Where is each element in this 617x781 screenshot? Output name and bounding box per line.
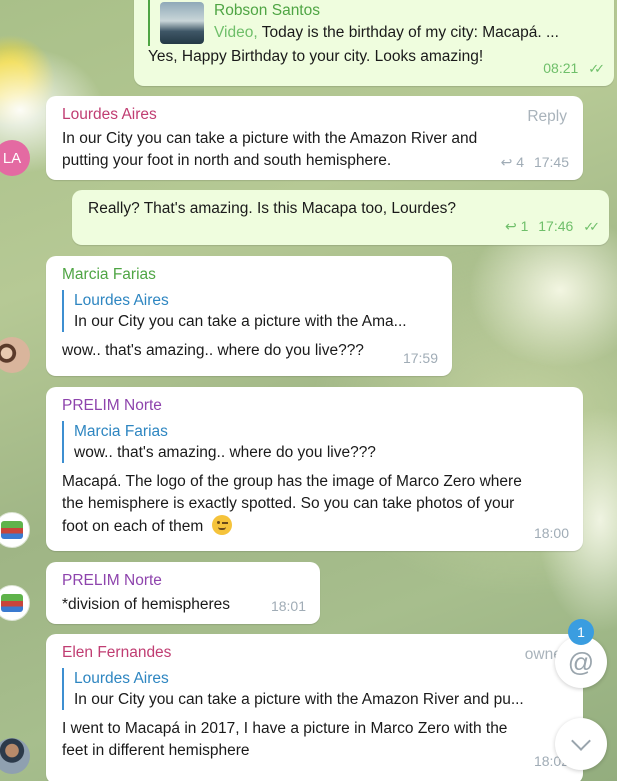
at-icon: @ [567,646,595,677]
avatar[interactable] [0,337,30,373]
reply-count[interactable]: 1 [521,218,529,234]
reply-preview[interactable]: Robson Santos Video, Today is the birthd… [148,0,603,46]
video-thumbnail [160,2,204,44]
sender-name[interactable]: PRELIM Norte [62,570,304,592]
reply-preview[interactable]: Lourdes Aires In our City you can take a… [62,668,567,710]
message-incoming[interactable]: PRELIM Norte *division of hemispheres 18… [46,562,320,624]
avatar[interactable] [0,512,30,548]
message-time: 18:00 [533,525,569,541]
message-incoming[interactable]: Lourdes Aires Reply In our City you can … [46,96,583,180]
message-text-line-1: In our City you can take a picture with … [62,130,478,147]
message-incoming[interactable]: Marcia Farias Lourdes Aires In our City … [46,256,452,376]
reply-count[interactable]: 4 [516,154,524,170]
avatar[interactable]: LA [0,140,30,176]
message-time: 17:59 [402,350,438,366]
message-outgoing[interactable]: Really? That's amazing. Is this Macapa t… [72,190,609,245]
avatar[interactable] [0,738,30,774]
message-text: Yes, Happy Birthday to your city. Looks … [148,48,484,65]
avatar[interactable] [0,585,30,621]
message-text-line-2: the hemisphere is exactly spotted. So yo… [62,495,515,512]
message-incoming[interactable]: PRELIM Norte Marcia Farias wow.. that's … [46,387,583,551]
reply-text: In our City you can take a picture with … [74,313,407,330]
reply-preview[interactable]: Lourdes Aires In our City you can take a… [62,290,436,332]
reply-action[interactable]: Reply [527,106,567,128]
reply-preview[interactable]: Marcia Farias wow.. that's amazing.. whe… [62,421,567,463]
replies-icon[interactable]: ↩ [505,218,517,234]
message-meta: 08:21 ✓✓ [543,57,605,80]
message-text-line-1: I went to Macapá in 2017, I have a pictu… [62,720,508,737]
sender-name[interactable]: Marcia Farias [62,264,436,286]
double-check-icon: ✓✓ [583,219,600,234]
reply-text: In our City you can take a picture with … [74,691,524,708]
message-meta: ↩ 4 17:45 [501,151,569,173]
replies-icon[interactable]: ↩ [501,154,513,170]
message-time: 18:01 [270,598,306,614]
message-outgoing[interactable]: Robson Santos Video, Today is the birthd… [134,0,614,86]
scroll-down-button[interactable] [555,718,607,770]
message-time: 17:45 [533,154,569,170]
reply-media-type: Video, [214,24,258,41]
message-text: *division of hemispheres [62,596,231,613]
reply-author: Marcia Farias [74,423,168,440]
message-incoming[interactable]: Elen Fernandes owner Lourdes Aires In ou… [46,634,583,781]
message-time: 17:46 [538,218,574,234]
reply-text: wow.. that's amazing.. where do you live… [74,444,376,461]
sender-name[interactable]: Lourdes Aires [62,104,567,126]
message-text-line-2: feet in different hemisphere [62,742,250,759]
message-meta: ↩ 1 17:46 ✓✓ [505,215,600,238]
group-logo-icon [1,594,23,612]
double-check-icon: ✓✓ [588,61,605,76]
message-text-line-1: Macapá. The logo of the group has the im… [62,473,522,490]
message-text: wow.. that's amazing.. where do you live… [62,342,364,359]
message-time: 08:21 [543,60,579,76]
avatar-initials: LA [2,149,22,167]
group-logo-icon [1,521,23,539]
message-text-line-2: putting your foot in north and south hem… [62,152,392,169]
mentions-badge: 1 [568,619,594,645]
chevron-down-icon [571,731,591,751]
message-text-line-3: foot on each of them [62,518,204,535]
sender-name[interactable]: Elen Fernandes [62,642,567,664]
reply-author: Lourdes Aires [74,292,169,309]
reply-text: Today is the birthday of my city: Macapá… [261,24,559,41]
reply-author: Lourdes Aires [74,670,169,687]
sender-name[interactable]: PRELIM Norte [62,395,567,417]
wink-emoji-icon [211,515,232,535]
reply-author: Robson Santos [214,2,320,19]
